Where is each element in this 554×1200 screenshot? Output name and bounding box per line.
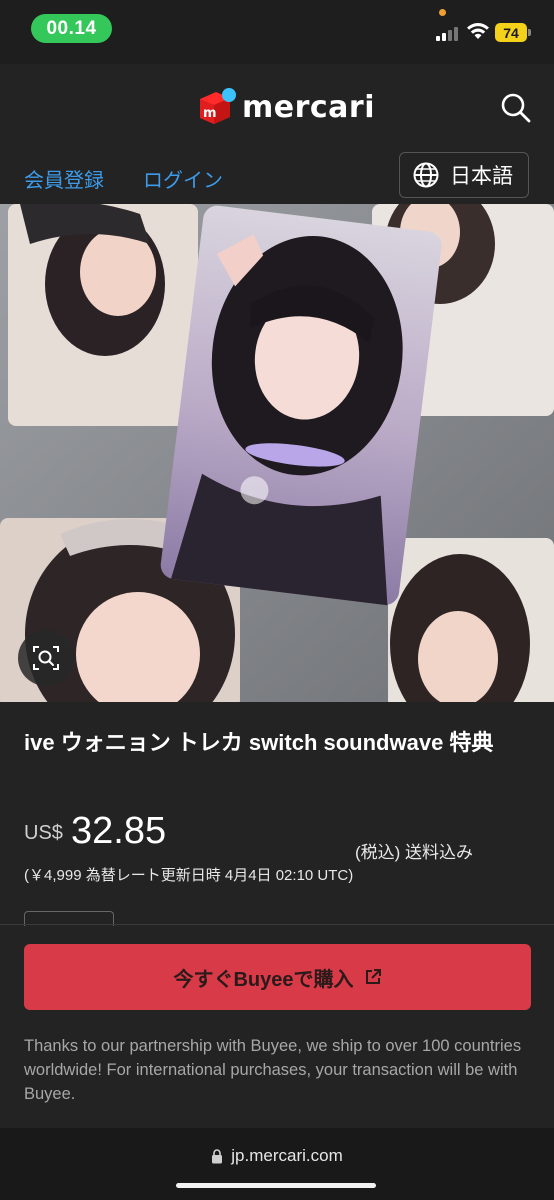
product-image[interactable] — [0, 204, 554, 702]
external-link-icon — [365, 969, 381, 984]
divider — [0, 924, 554, 925]
signal-icon — [436, 25, 458, 41]
tax-shipping-note: (税込) 送料込み — [355, 843, 474, 862]
lock-icon — [212, 1148, 223, 1163]
mercari-logo[interactable]: m mercari — [196, 87, 375, 127]
login-link[interactable]: ログイン — [143, 164, 223, 193]
language-selector[interactable]: 日本語 — [399, 152, 529, 198]
home-indicator[interactable] — [176, 1183, 376, 1188]
privacy-indicator-dot — [439, 9, 446, 16]
svg-text:m: m — [203, 106, 217, 121]
product-title: ive ウォニョン トレカ switch soundwave 特典 — [24, 730, 494, 755]
exchange-rate-note: (￥4,999 為替レート更新日時 4月4日 02:10 UTC) — [24, 867, 354, 884]
search-button[interactable] — [498, 90, 534, 126]
buyee-partnership-note: Thanks to our partnership with Buyee, we… — [24, 1037, 522, 1103]
photocard-main — [160, 205, 442, 606]
battery-icon: 74 — [495, 23, 527, 42]
image-search-button[interactable] — [18, 630, 74, 686]
site-header: m mercari — [0, 64, 554, 150]
status-bar: 00.14 74 — [0, 0, 554, 64]
status-time: 00.14 — [31, 14, 112, 43]
search-icon — [501, 93, 531, 123]
wifi-icon — [467, 23, 489, 39]
battery-level: 74 — [503, 24, 519, 41]
globe-icon — [413, 162, 439, 188]
product-price: 32.85 — [71, 810, 167, 852]
language-label: 日本語 — [450, 165, 513, 188]
lens-search-icon — [33, 646, 59, 670]
register-link[interactable]: 会員登録 — [24, 164, 104, 193]
address-bar[interactable]: jp.mercari.com — [0, 1146, 554, 1166]
logo-text: mercari — [242, 89, 376, 125]
battery-cap — [528, 29, 531, 36]
url-text: jp.mercari.com — [231, 1146, 343, 1165]
price-currency: US$ — [24, 822, 63, 844]
buy-with-buyee-button[interactable]: 今すぐBuyeeで購入 — [24, 944, 531, 1010]
mercari-logo-icon: m — [196, 87, 236, 127]
buy-button-label: 今すぐBuyeeで購入 — [173, 968, 354, 991]
account-nav: 会員登録 ログイン 日本語 — [0, 150, 554, 204]
